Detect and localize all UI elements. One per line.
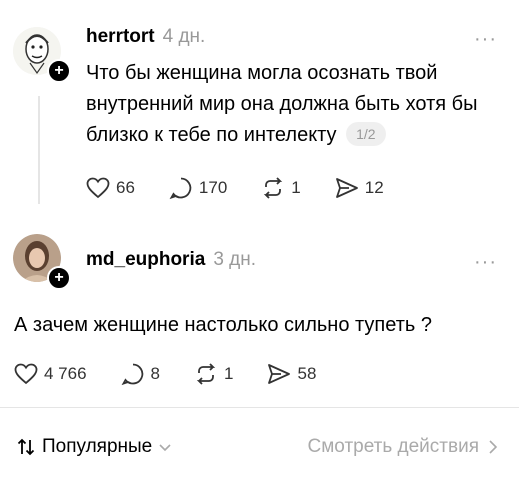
repost-count: 1 [291, 178, 301, 197]
repost-button[interactable]: 1 [261, 176, 301, 200]
share-button[interactable]: 12 [335, 176, 384, 200]
follow-button[interactable]: + [47, 59, 71, 83]
view-activity-label: Смотреть действия [307, 436, 479, 457]
post-username[interactable]: herrtort 4 дн. [86, 26, 205, 48]
comment-icon [121, 363, 143, 386]
comment-icon [169, 177, 192, 200]
repost-count: 1 [224, 364, 234, 383]
heart-icon [86, 177, 110, 199]
repost-icon [264, 177, 283, 199]
post-text: А зачем женщине настолько сильно тупеть … [14, 314, 432, 336]
share-icon [335, 178, 358, 198]
page-indicator[interactable]: 1/2 [346, 122, 386, 146]
reply-count: 170 [198, 178, 228, 197]
post-text: Что бы женщина могла осознать твой внутр… [86, 58, 506, 151]
share-button[interactable]: 58 [267, 362, 316, 386]
repost-button[interactable]: 1 [194, 362, 233, 386]
more-options-button[interactable]: ··· [474, 251, 497, 274]
thread-line [38, 96, 40, 204]
repost-icon [196, 363, 216, 385]
share-count: 58 [297, 364, 317, 383]
reply-count: 8 [150, 364, 161, 383]
divider [0, 407, 519, 408]
share-icon [268, 364, 291, 384]
view-activity-link[interactable]: Смотреть действия [308, 436, 499, 458]
reply-button[interactable]: 170 [169, 176, 227, 200]
post-time: 3 дн. [213, 249, 257, 270]
like-count: 66 [116, 178, 135, 197]
chevron-down-icon [159, 444, 171, 452]
chevron-right-icon [489, 440, 498, 454]
post-time: 4 дн. [162, 26, 206, 47]
reply-button[interactable]: 8 [121, 362, 160, 386]
heart-icon [14, 363, 38, 385]
post-text-content: Что бы женщина могла осознать твой внутр… [86, 62, 478, 146]
sort-dropdown[interactable]: Популярные [16, 436, 172, 458]
sort-label: Популярные [42, 436, 153, 457]
post-username[interactable]: md_euphoria 3 дн. [86, 249, 256, 271]
share-count: 12 [364, 178, 384, 197]
like-count: 4 766 [44, 364, 87, 383]
like-button[interactable]: 4 766 [14, 362, 87, 386]
sort-icon [17, 438, 35, 456]
like-button[interactable]: 66 [86, 176, 135, 200]
follow-button[interactable]: + [47, 266, 71, 290]
more-options-button[interactable]: ··· [474, 28, 497, 51]
